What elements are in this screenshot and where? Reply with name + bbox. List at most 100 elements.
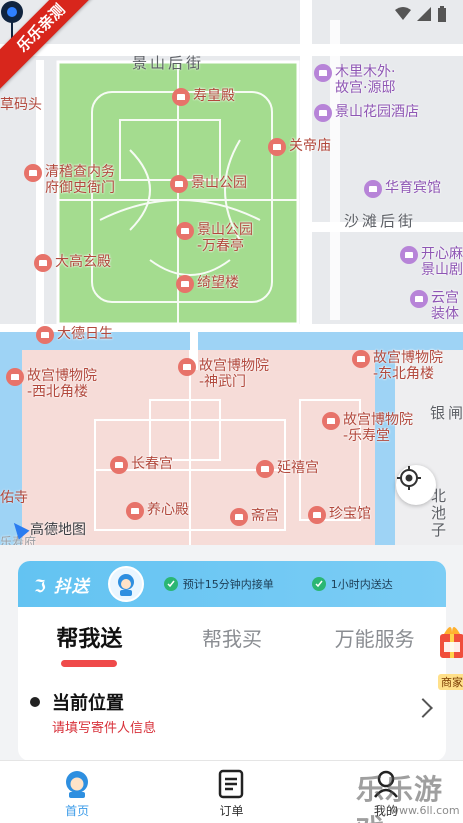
tab-buy-for-me[interactable]: 帮我买 <box>161 623 304 652</box>
mascot-avatar <box>107 566 144 602</box>
poi-marker[interactable]: 木里木外· 故宫·源邸 <box>314 64 395 96</box>
poi-label: 景山花园酒店 <box>335 104 419 120</box>
feature-text: 预计15分钟内接单 <box>182 578 274 591</box>
order-list-icon <box>219 769 244 799</box>
poi-label: 长春宫 <box>131 456 173 472</box>
temple-icon <box>36 326 54 344</box>
service-panel: ℑ 抖送 预计15分钟内接单 1小时内送达 帮我送 帮我买 万能服务 当前位置 … <box>18 561 446 761</box>
street-label: 景山后街 <box>132 54 205 72</box>
location-hint: 请填写寄件人信息 <box>52 721 157 736</box>
poi-label: 景山公园 <box>191 175 247 191</box>
museum-icon <box>308 506 326 524</box>
temple-icon <box>322 412 340 430</box>
check-icon <box>163 577 178 591</box>
poi-marker[interactable]: 关帝庙 <box>268 138 331 156</box>
check-icon <box>311 577 326 591</box>
poi-marker[interactable]: 大高玄殿 <box>34 254 111 272</box>
poi-marker[interactable]: 绮望楼 <box>176 275 239 293</box>
tab-label: 帮我送 <box>56 627 123 652</box>
nav-label: 首页 <box>65 804 90 818</box>
poi-marker[interactable]: 故宫博物院 -神武门 <box>178 358 269 390</box>
poi-marker[interactable]: 开心麻 景山剧 <box>400 246 463 278</box>
temple-icon <box>176 222 194 240</box>
poi-label: 开心麻 景山剧 <box>421 246 463 278</box>
poi-marker[interactable]: 景山公园 <box>170 175 247 193</box>
gift-box-icon <box>440 627 463 658</box>
street-label: 银闸 <box>430 404 463 422</box>
poi-marker[interactable]: 斋宫 <box>230 508 279 526</box>
temple-icon <box>170 175 188 193</box>
poi-marker[interactable]: 延禧宫 <box>256 460 319 478</box>
poi-label: 绮望楼 <box>197 275 239 291</box>
feature-badge: 1小时内送达 <box>311 576 393 592</box>
merchant-promo-button[interactable]: 商家 <box>438 620 463 690</box>
hotel-icon <box>364 180 382 198</box>
theater-icon <box>400 246 418 264</box>
brand-logo: ℑ 抖送 <box>34 576 90 597</box>
shop-icon <box>410 290 428 308</box>
poi-marker[interactable]: 故宫博物院 -西北角楼 <box>6 368 97 400</box>
temple-icon <box>34 254 52 272</box>
poi-label: 关帝庙 <box>289 138 331 154</box>
location-title: 当前位置 <box>52 693 124 714</box>
temple-icon <box>24 164 42 182</box>
courier-mascot-icon <box>117 574 134 596</box>
nav-item-home[interactable]: 首页 <box>0 761 154 823</box>
status-bar <box>395 6 447 22</box>
service-tabs: 帮我送 帮我买 万能服务 <box>18 607 446 667</box>
temple-icon <box>172 88 190 106</box>
poi-marker[interactable]: 景山公园 -万春亭 <box>176 222 253 254</box>
poi-marker[interactable]: 大德日生 <box>36 326 113 344</box>
poi-label: 寿皇殿 <box>193 88 235 104</box>
map-view[interactable]: 景山后街 沙滩后街 银闸 北池子 草码头 佑寺 乐寿府 寿皇殿 关帝庙 清稽查内… <box>0 0 463 545</box>
navigation-arrow-icon <box>8 518 30 540</box>
street-label: 沙滩后街 <box>344 212 417 230</box>
temple-icon <box>268 138 286 156</box>
poi-marker[interactable]: 寿皇殿 <box>172 88 235 106</box>
active-tab-indicator <box>61 660 118 667</box>
poi-marker[interactable]: 景山花园酒店 <box>314 104 419 122</box>
watermark-url: www.6ll.com <box>390 804 460 817</box>
poi-marker[interactable]: 珍宝馆 <box>308 506 371 524</box>
map-edge-label: 草码头 <box>0 97 42 113</box>
poi-label: 斋宫 <box>251 508 279 524</box>
nav-item-orders[interactable]: 订单 <box>154 761 308 823</box>
poi-label: 华育宾馆 <box>385 180 441 196</box>
crosshair-icon <box>397 466 421 490</box>
poi-label: 云宫 装体 <box>431 290 459 322</box>
poi-marker[interactable]: 长春宫 <box>110 456 173 474</box>
poi-label: 清稽查内务 府御史衙门 <box>45 164 115 196</box>
sender-location-row[interactable]: 当前位置 请填写寄件人信息 <box>18 679 446 739</box>
temple-icon <box>6 368 24 386</box>
poi-label: 故宫博物院 -东北角楼 <box>373 350 443 382</box>
temple-icon <box>110 456 128 474</box>
home-mascot-icon <box>66 771 89 798</box>
poi-marker[interactable]: 故宫博物院 -乐寿堂 <box>322 412 413 444</box>
temple-icon <box>126 502 144 520</box>
poi-marker[interactable]: 清稽查内务 府御史衙门 <box>24 164 115 196</box>
tab-send-for-me[interactable]: 帮我送 <box>18 621 161 667</box>
temple-icon <box>178 358 196 376</box>
map-edge-label: 佑寺 <box>0 490 28 506</box>
poi-label: 珍宝馆 <box>329 506 371 522</box>
locate-me-button[interactable] <box>396 465 436 505</box>
nav-label: 订单 <box>219 804 244 818</box>
temple-icon <box>176 275 194 293</box>
poi-label: 故宫博物院 -神武门 <box>199 358 269 390</box>
poi-label: 大德日生 <box>57 326 113 342</box>
poi-marker[interactable]: 华育宾馆 <box>364 180 441 198</box>
poi-marker[interactable]: 云宫 装体 <box>410 290 459 322</box>
tab-label: 万能服务 <box>334 626 415 651</box>
map-provider-name: 高德地图 <box>30 522 86 538</box>
poi-label: 木里木外· 故宫·源邸 <box>335 64 396 96</box>
feature-text: 1小时内送达 <box>330 578 393 591</box>
temple-icon <box>230 508 248 526</box>
location-dot-icon <box>30 697 40 707</box>
hotel-icon <box>314 64 332 82</box>
poi-marker[interactable]: 故宫博物院 -东北角楼 <box>352 350 443 382</box>
poi-marker[interactable]: 养心殿 <box>126 502 189 520</box>
poi-label: 养心殿 <box>147 502 189 518</box>
tab-universal-service[interactable]: 万能服务 <box>303 623 446 652</box>
poi-label: 故宫博物院 -乐寿堂 <box>343 412 413 444</box>
map-provider-logo: 高德地图 <box>8 518 86 540</box>
